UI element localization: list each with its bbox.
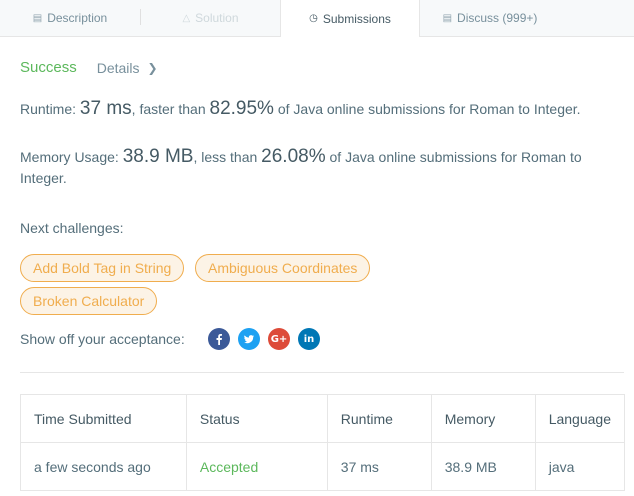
details-label: Details [96,59,140,76]
flask-icon: △ [182,12,191,24]
tab-description[interactable]: ▤ Description [0,0,140,36]
facebook-icon[interactable] [208,328,230,350]
memory-prefix: Memory Usage: [20,149,123,165]
status-success: Success [20,59,77,76]
divider [20,372,624,373]
runtime-prefix: Runtime: [20,101,80,117]
runtime-mid: , faster than [131,101,210,117]
tab-label: Discuss (999+) [457,11,538,25]
tab-solution[interactable]: △ Solution [141,0,280,36]
google-plus-icon[interactable]: G+ [268,328,290,350]
challenge-chip[interactable]: Broken Calculator [20,287,158,315]
runtime-value: 37 ms [79,98,132,119]
clock-icon: ◷ [309,13,318,24]
table-header-row: Time Submitted Status Runtime Memory Lan… [20,394,626,443]
submissions-table: Time Submitted Status Runtime Memory Lan… [20,394,626,491]
challenge-chip[interactable]: Add Bold Tag in String [20,254,185,282]
result-header: Success Details ❯ [20,59,158,76]
tab-submissions[interactable]: ◷ Submissions [280,0,420,37]
column-header: Language [534,394,626,443]
tab-label: Description [47,11,108,25]
cell-language: java [534,442,626,491]
memory-stat: Memory Usage: 38.9 MB, less than 26.08% … [20,146,610,189]
challenge-chip[interactable]: Ambiguous Coordinates [195,254,371,282]
share-label: Show off your acceptance: [20,331,185,347]
column-header: Time Submitted [20,394,187,443]
column-header: Runtime [326,394,432,443]
details-link[interactable]: Details ❯ [97,60,158,76]
column-header: Memory [430,394,536,443]
linkedin-icon[interactable]: in [298,328,320,350]
memory-value: 38.9 MB [122,146,194,167]
runtime-percent: 82.95% [209,98,274,119]
tab-label: Solution [195,11,239,25]
table-row: a few seconds ago Accepted 37 ms 38.9 MB… [20,442,626,491]
problem-tabs: ▤ Description △ Solution ◷ Submissions ▤… [0,0,634,37]
chevron-right-icon: ❯ [147,60,158,75]
description-icon: ▤ [32,12,43,24]
twitter-icon[interactable] [238,328,260,350]
column-header: Status [185,394,328,443]
runtime-suffix: of Java online submissions for Roman to … [273,101,581,117]
tab-label: Submissions [322,11,391,26]
tab-discuss[interactable]: ▤ Discuss (999+) [420,0,560,36]
cell-status[interactable]: Accepted [185,442,328,491]
cell-time: a few seconds ago [20,442,187,491]
cell-memory: 38.9 MB [430,442,536,491]
memory-percent: 26.08% [261,146,326,167]
next-challenges-label: Next challenges: [20,220,124,236]
cell-runtime: 37 ms [326,442,432,491]
runtime-stat: Runtime: 37 ms, faster than 82.95% of Ja… [20,98,610,120]
memory-mid: , less than [193,149,262,165]
comment-icon: ▤ [442,12,453,24]
